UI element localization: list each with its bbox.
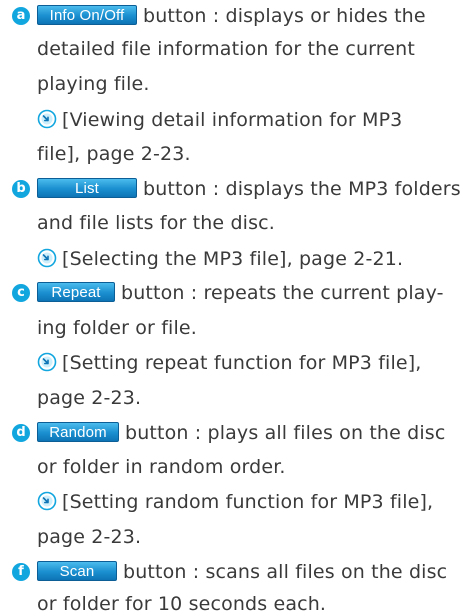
reference-arrow-icon [37,248,57,268]
item-b-ref-1: [Selecting the MP3 file], page 2-21. [37,247,403,271]
item-d-desc-1: button : plays all files on the disc [125,422,446,444]
item-b-ref-text-1: [Selecting the MP3 file], page 2-21. [62,248,404,270]
item-b-line-2: and file lists for the disc. [37,212,275,234]
item-c-desc-1: button : repeats the current play- [121,282,444,304]
bullet-b: b [12,180,30,198]
item-c-line-2: ing folder or file. [37,317,197,339]
item-a-line-3: playing file. [37,73,150,95]
item-a-line-1: Info On/Off button : displays or hides th… [37,4,426,28]
item-f-line-1: Scan button : scans all files on the disc [37,560,447,584]
item-b-line-1: List button : displays the MP3 folders [37,177,461,201]
item-c-ref-2: page 2-23. [37,387,142,409]
item-f-desc-1: button : scans all files on the disc [123,561,448,583]
item-d-line-1: Random button : plays all files on the di… [37,421,445,445]
item-d-ref-2: page 2-23. [37,526,142,548]
random-button: Random [37,422,119,442]
bullet-f: f [12,563,30,581]
reference-arrow-icon [37,491,57,511]
info-on-off-button: Info On/Off [37,5,137,25]
item-a-ref-1: [Viewing detail information for MP3 [37,108,402,132]
item-d-ref-text-1: [Setting random function for MP3 file], [62,491,434,513]
list-button: List [37,178,137,198]
item-c-line-1: Repeat button : repeats the current play- [37,281,444,305]
item-a-ref-2: file], page 2-23. [37,143,191,165]
item-f-line-2: or folder for 10 seconds each. [37,593,327,615]
reference-arrow-icon [37,109,57,129]
item-c-ref-text-1: [Setting repeat function for MP3 file], [62,352,422,374]
scan-button: Scan [37,561,117,581]
manual-page: a Info On/Off button : displays or hides … [0,0,466,616]
bullet-a: a [12,7,30,25]
item-b-desc-1: button : displays the MP3 folders [143,178,461,200]
item-a-ref-text-1: [Viewing detail information for MP3 [62,109,403,131]
item-d-line-2: or folder in random order. [37,456,286,478]
bullet-c: c [12,284,30,302]
reference-arrow-icon [37,352,57,372]
item-a-desc-1: button : displays or hides the [143,5,426,27]
item-a-line-2: detailed file information for the curren… [37,38,415,60]
item-d-ref-1: [Setting random function for MP3 file], [37,490,433,514]
repeat-button: Repeat [37,282,115,302]
item-c-ref-1: [Setting repeat function for MP3 file], [37,351,421,375]
bullet-d: d [12,424,30,442]
